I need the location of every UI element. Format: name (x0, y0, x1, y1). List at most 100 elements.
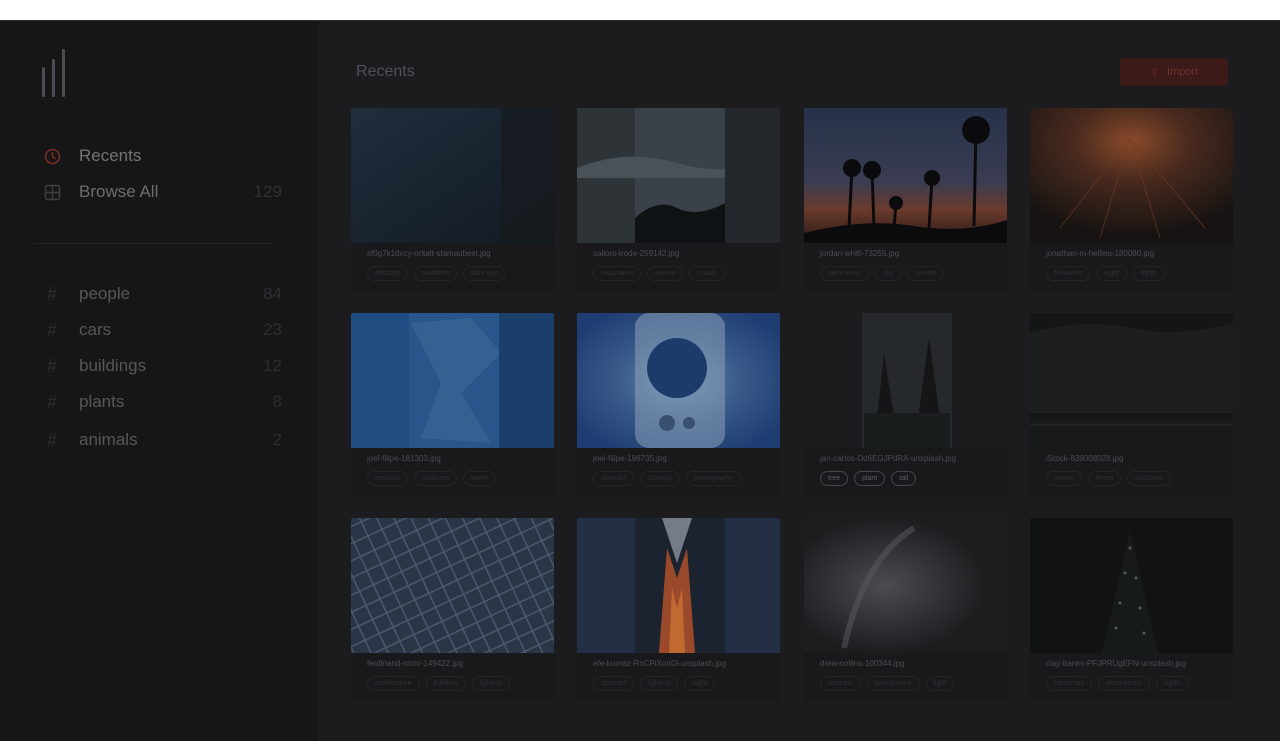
image-card[interactable]: sailors-trode-259142.jpg mountains natur… (577, 108, 780, 291)
image-tag[interactable]: closeup (639, 471, 681, 486)
image-tag[interactable]: lights (1156, 676, 1189, 691)
image-filename: jordan-whitt-73255.jpg (820, 249, 900, 258)
image-tag[interactable]: outdoors (413, 471, 458, 486)
image-tag[interactable]: nature (1046, 471, 1082, 486)
import-button-label: Import (1167, 66, 1199, 78)
image-card[interactable]: clay-banks-PFJPRUgEFN-unsplash.jpg chris… (1030, 518, 1233, 701)
image-tag[interactable]: abstract (593, 471, 634, 486)
image-tag[interactable]: plant (854, 471, 886, 486)
image-filename: ferdinand-stohr-149422.jpg (367, 659, 464, 668)
image-tag[interactable]: fireworks (1046, 266, 1091, 281)
upload-icon: ⇧ (1149, 66, 1160, 79)
sidebar-item-browse-all[interactable]: Browse All 129 (42, 179, 282, 205)
hash-icon: # (46, 391, 57, 412)
image-thumbnail[interactable] (351, 108, 554, 243)
image-filename: iStock-839008028.jpg (1046, 454, 1124, 463)
image-card[interactable]: efe-kurnaz-RnCPiXonDl-unsplash.jpg abstr… (577, 518, 780, 701)
image-tag[interactable]: tree (820, 471, 849, 486)
image-tag[interactable]: abstract (593, 676, 634, 691)
sidebar-tag-people[interactable]: # people 84 (42, 281, 282, 307)
tag-count: 2 (272, 430, 282, 449)
image-thumbnail[interactable] (1030, 108, 1233, 243)
image-card[interactable]: joel-filipe-181303.jpg abstract outdoors… (351, 313, 554, 496)
image-tag[interactable]: sky (874, 266, 902, 281)
image-filename: jonathan-m-hellieu-180080.jpg (1046, 249, 1155, 258)
tag-label: plants (79, 392, 125, 411)
image-thumbnail[interactable] (351, 313, 554, 448)
image-tag[interactable]: background (866, 676, 920, 691)
image-tag[interactable]: mountains (593, 266, 642, 281)
image-tag[interactable]: lighting (639, 676, 679, 691)
sidebar-tag-cars[interactable]: # cars 23 (42, 317, 282, 343)
image-tag[interactable]: palm trees (820, 266, 869, 281)
image-card[interactable]: joel-filipe-196735.jpg abstract closeup … (577, 313, 780, 496)
image-thumbnail[interactable] (577, 313, 780, 448)
image-filename: sailors-trode-259142.jpg (593, 249, 680, 258)
image-card[interactable]: jan-carlos-Dd6EGJPdRA-unsplash.jpg tree … (804, 313, 1007, 496)
image-card[interactable]: jonathan-m-hellieu-180080.jpg fireworks … (1030, 108, 1233, 291)
image-tag[interactable]: night (684, 676, 716, 691)
image-tag[interactable]: abstract (367, 266, 408, 281)
tag-count: 12 (263, 356, 282, 375)
image-card[interactable]: jordan-whitt-73255.jpg palm trees sky su… (804, 108, 1007, 291)
image-tag[interactable]: blue sky (463, 266, 505, 281)
tag-label: animals (79, 430, 138, 449)
image-thumbnail[interactable] (804, 518, 1007, 653)
sidebar-tag-buildings[interactable]: # buildings 12 (42, 353, 282, 379)
image-card[interactable]: ferdinand-stohr-149422.jpg architecture … (351, 518, 554, 701)
image-tag[interactable]: outdoors (1127, 471, 1171, 486)
browse-all-count: 129 (253, 182, 282, 201)
image-thumbnail[interactable] (577, 108, 780, 243)
app-logo[interactable] (42, 47, 68, 97)
sidebar-tag-animals[interactable]: # animals 2 (42, 427, 282, 453)
image-tag[interactable]: sunset (907, 266, 944, 281)
image-thumbnail[interactable] (804, 313, 1007, 448)
grid-icon (42, 182, 62, 202)
sidebar-item-label: Recents (79, 146, 142, 165)
hash-icon: # (46, 355, 57, 376)
image-thumbnail[interactable] (1030, 313, 1233, 448)
image-tag[interactable]: light (925, 676, 955, 691)
tag-label: buildings (79, 356, 147, 375)
sidebar-tag-plants[interactable]: # plants 8 (42, 389, 282, 415)
image-filename: clay-banks-PFJPRUgEFN-unsplash.jpg (1046, 659, 1187, 668)
hash-icon: # (46, 429, 57, 450)
image-thumbnail[interactable] (577, 518, 780, 653)
image-tag[interactable]: forest (1087, 471, 1122, 486)
app-window: Recents Browse All 129 # people 84 # car… (0, 20, 1280, 741)
image-filename: joel-filipe-181303.jpg (367, 454, 441, 463)
image-filename: sf0g7k1dxcy-oritalt-stamaubest.jpg (367, 249, 491, 258)
image-tag[interactable]: building (425, 676, 466, 691)
sidebar-item-recents[interactable]: Recents (42, 143, 282, 169)
clock-icon (42, 146, 62, 166)
image-tag[interactable]: abstract (820, 676, 861, 691)
sidebar: Recents Browse All 129 # people 84 # car… (0, 21, 318, 741)
image-tag[interactable]: nature (647, 266, 684, 281)
image-thumbnail[interactable] (351, 518, 554, 653)
image-tag[interactable]: lights (1133, 266, 1166, 281)
hash-icon: # (46, 319, 57, 340)
image-thumbnail[interactable] (804, 108, 1007, 243)
tag-label: cars (79, 320, 112, 339)
image-tag[interactable]: night (1096, 266, 1128, 281)
sidebar-item-label: Browse All (79, 182, 159, 201)
image-tag[interactable]: photography (686, 471, 741, 486)
image-card[interactable]: iStock-839008028.jpg nature forest outdo… (1030, 313, 1233, 496)
image-tag[interactable]: abstract (367, 471, 408, 486)
image-tag[interactable]: lighting (471, 676, 510, 691)
image-card[interactable]: drew-collins-100344.jpg abstract backgro… (804, 518, 1007, 701)
image-filename: jan-carlos-Dd6EGJPdRA-unsplash.jpg (820, 454, 957, 463)
image-tag[interactable]: tall (891, 471, 917, 486)
hash-icon: # (46, 283, 57, 304)
image-tag[interactable]: clouds (689, 266, 726, 281)
image-tag[interactable]: christmas (1046, 676, 1092, 691)
tag-count: 8 (272, 392, 282, 411)
image-tag[interactable]: outdoors (413, 266, 458, 281)
image-thumbnail[interactable] (1030, 518, 1233, 653)
image-tag[interactable]: architecture (367, 676, 420, 691)
image-tag[interactable]: water (463, 471, 497, 486)
image-tag[interactable]: decorations (1097, 676, 1151, 691)
image-card[interactable]: sf0g7k1dxcy-oritalt-stamaubest.jpg abstr… (351, 108, 554, 291)
tag-count: 23 (263, 320, 282, 339)
import-button[interactable]: ⇧ Import (1120, 58, 1228, 86)
